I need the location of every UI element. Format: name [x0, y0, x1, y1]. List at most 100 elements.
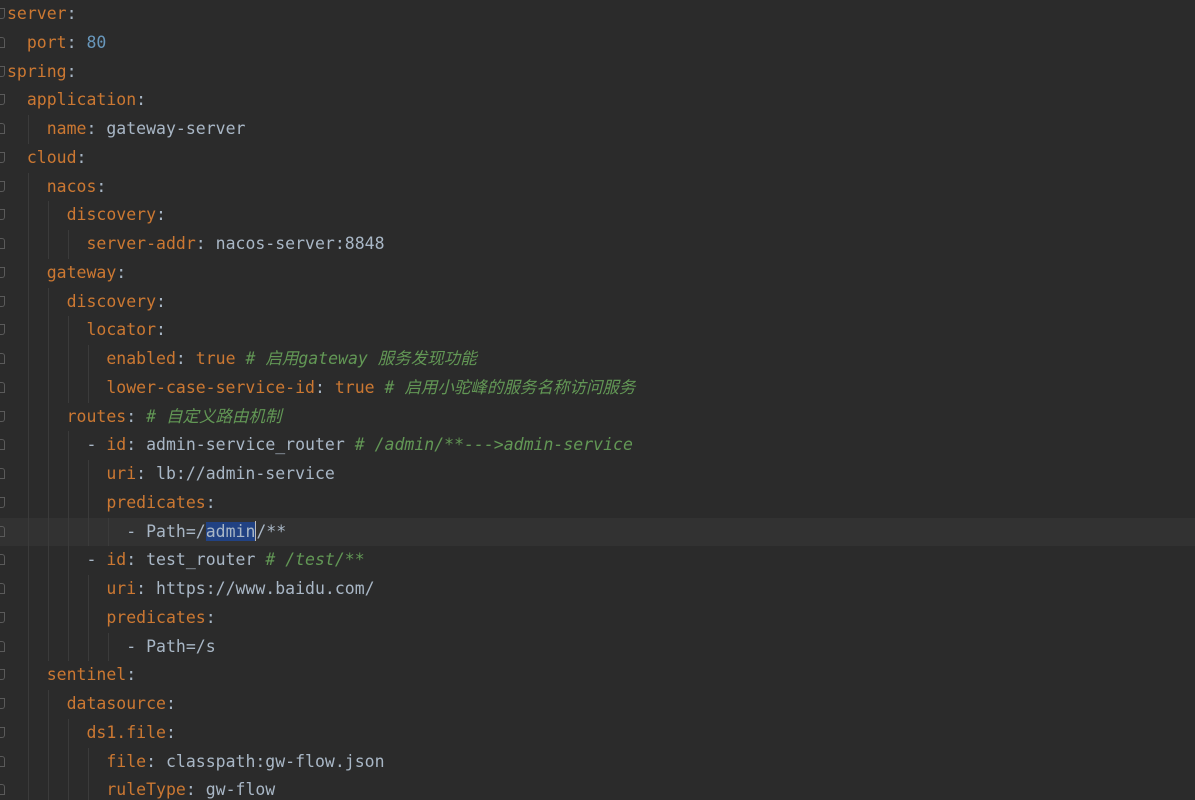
fold-end-icon[interactable]: [0, 640, 5, 652]
fold-open-icon[interactable]: [0, 266, 5, 278]
code-line[interactable]: routes: # 自定义路由机制: [0, 402, 1195, 432]
code-line[interactable]: cloud:: [0, 144, 1195, 173]
code-line[interactable]: - Path=/s: [0, 632, 1195, 662]
code-text: predicates:: [7, 489, 215, 518]
code-line[interactable]: discovery:: [0, 201, 1195, 230]
code-line[interactable]: uri: https://www.baidu.com/: [0, 575, 1195, 604]
fold-open-icon[interactable]: [0, 180, 5, 192]
yaml-key: server-addr: [86, 234, 196, 253]
code-line[interactable]: gateway:: [0, 258, 1195, 288]
fold-open-icon[interactable]: [0, 295, 5, 307]
list-dash: -: [86, 550, 107, 570]
code-line[interactable]: ruleType: gw-flow: [0, 776, 1195, 800]
code-editor[interactable]: server: port: 80 spring: application: nam…: [0, 0, 1195, 800]
fold-open-icon[interactable]: [0, 698, 5, 709]
code-text: - Path=/admin/**: [7, 518, 286, 547]
fold-end-icon[interactable]: [0, 755, 5, 767]
code-line[interactable]: enabled: true # 启用gateway 服务发现功能: [0, 345, 1195, 374]
fold-open-icon[interactable]: [0, 611, 5, 623]
fold-open-icon[interactable]: [0, 410, 5, 422]
yaml-key: ds1.file: [86, 722, 166, 742]
fold-end-icon[interactable]: [0, 36, 5, 48]
code-line[interactable]: application:: [0, 86, 1195, 115]
list-dash: -: [86, 435, 107, 455]
fold-end-icon[interactable]: [0, 554, 5, 566]
yaml-value: lb://admin-service: [156, 464, 335, 483]
code-line[interactable]: name: gateway-server: [0, 115, 1195, 144]
code-line[interactable]: lower-case-service-id: true # 启用小驼峰的服务名称…: [0, 373, 1195, 403]
yaml-key: server: [7, 4, 67, 23]
code-text: ruleType: gw-flow: [7, 776, 275, 800]
fold-open-icon[interactable]: [0, 669, 5, 681]
yaml-comment: # 自定义路由机制: [136, 406, 282, 426]
code-text: nacos:: [7, 173, 107, 202]
code-line[interactable]: - id: admin-service_router # /admin/**--…: [0, 431, 1195, 460]
fold-end-icon[interactable]: [0, 468, 5, 479]
code-text: file: classpath:gw-flow.json: [7, 748, 384, 777]
code-text: ds1.file:: [7, 719, 176, 748]
list-dash: -: [126, 636, 147, 656]
yaml-separator: :: [76, 147, 87, 167]
fold-open-icon[interactable]: [0, 726, 5, 738]
code-line[interactable]: discovery:: [0, 287, 1195, 317]
yaml-key: gateway: [46, 262, 117, 282]
code-line[interactable]: ds1.file:: [0, 718, 1195, 748]
code-text: uri: https://www.baidu.com/: [7, 575, 375, 604]
code-line[interactable]: spring:: [0, 58, 1195, 87]
code-line[interactable]: server-addr: nacos-server:8848: [0, 230, 1195, 259]
code-text: routes: # 自定义路由机制: [7, 403, 282, 432]
yaml-key: lower-case-service-id: [106, 377, 315, 397]
code-line[interactable]: - id: test_router # /test/**: [0, 546, 1195, 575]
code-text: port: 80: [7, 29, 107, 58]
yaml-key: locator: [86, 320, 157, 340]
code-line[interactable]: server:: [0, 0, 1195, 29]
code-line[interactable]: nacos:: [0, 172, 1195, 202]
yaml-key: routes: [66, 406, 127, 426]
yaml-key: datasource: [66, 694, 166, 713]
fold-end-icon[interactable]: [0, 123, 5, 134]
list-dash: -: [126, 521, 147, 541]
yaml-key: file: [106, 751, 147, 771]
fold-end-icon[interactable]: [0, 784, 5, 796]
yaml-value-tail: /**: [256, 521, 287, 541]
fold-end-icon[interactable]: [0, 238, 5, 249]
code-line[interactable]: port: 80: [0, 29, 1195, 58]
yaml-separator: :: [136, 579, 157, 598]
fold-end-icon[interactable]: [0, 525, 5, 537]
code-line[interactable]: file: classpath:gw-flow.json: [0, 747, 1195, 777]
fold-open-icon[interactable]: [0, 8, 5, 19]
fold-end-icon[interactable]: [0, 381, 5, 393]
code-line[interactable]: predicates:: [0, 603, 1195, 633]
yaml-comment: # 启用小驼峰的服务名称访问服务: [374, 377, 636, 397]
yaml-separator: :: [136, 464, 157, 483]
fold-open-icon[interactable]: [0, 324, 5, 336]
yaml-value: https://www.baidu.com/: [156, 579, 375, 598]
fold-end-icon[interactable]: [0, 439, 5, 451]
fold-end-icon[interactable]: [0, 353, 5, 364]
code-text: datasource:: [7, 690, 176, 719]
code-line[interactable]: datasource:: [0, 690, 1195, 719]
fold-end-icon[interactable]: [0, 583, 5, 594]
code-line[interactable]: predicates:: [0, 488, 1195, 518]
code-text: lower-case-service-id: true # 启用小驼峰的服务名称…: [7, 374, 635, 403]
yaml-separator: :: [185, 780, 206, 800]
fold-open-icon[interactable]: [0, 65, 5, 77]
fold-open-icon[interactable]: [0, 151, 5, 163]
fold-open-icon[interactable]: [0, 94, 5, 106]
yaml-separator: :: [175, 349, 196, 368]
code-text: predicates:: [7, 604, 216, 633]
fold-open-icon[interactable]: [0, 209, 5, 221]
code-line[interactable]: sentinel:: [0, 661, 1195, 690]
code-text: cloud:: [7, 144, 87, 173]
code-line[interactable]: - Path=/admin/**: [0, 517, 1195, 547]
fold-open-icon[interactable]: [0, 496, 5, 508]
yaml-separator: :: [86, 119, 107, 138]
yaml-key: id: [106, 435, 127, 455]
yaml-key: discovery: [66, 205, 157, 225]
code-line[interactable]: uri: lb://admin-service: [0, 460, 1195, 489]
yaml-key: cloud: [26, 147, 77, 167]
code-line[interactable]: locator:: [0, 316, 1195, 345]
yaml-separator: :: [165, 722, 176, 742]
yaml-separator: :: [205, 607, 216, 627]
code-text: - id: admin-service_router # /admin/**--…: [7, 431, 632, 460]
